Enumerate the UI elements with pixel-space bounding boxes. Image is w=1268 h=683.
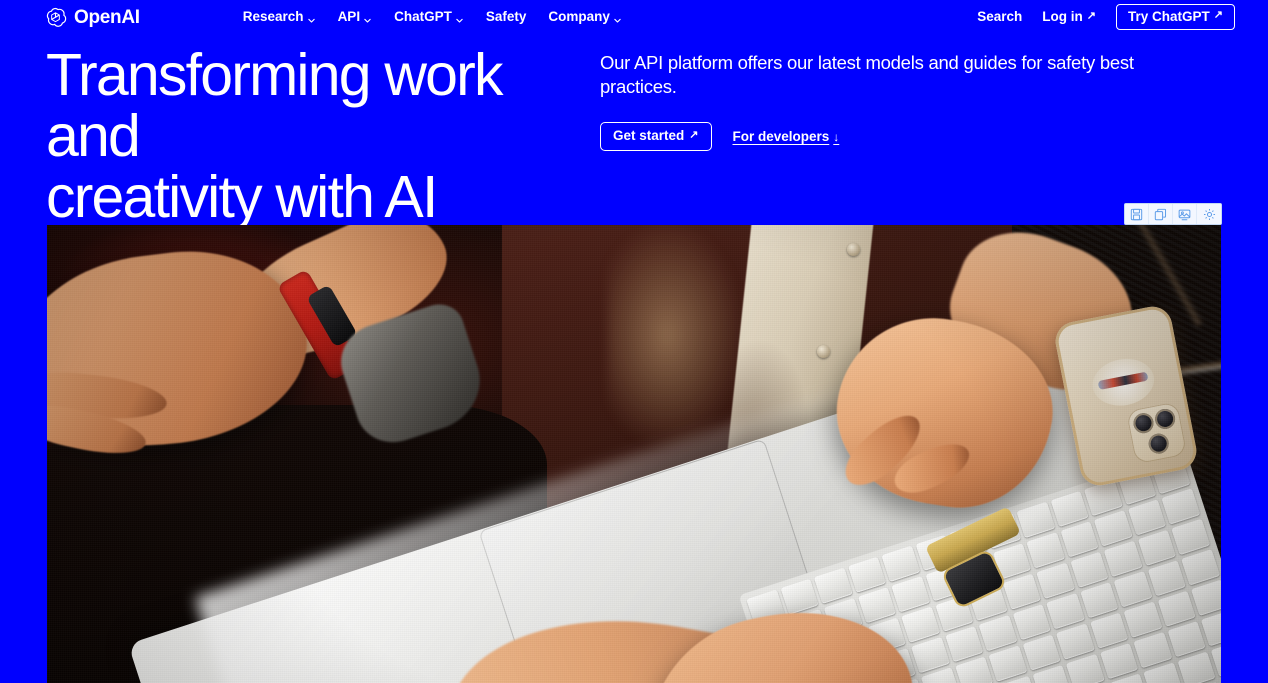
openai-logo-icon: [44, 6, 67, 29]
nav-item-company[interactable]: Company: [548, 10, 622, 24]
page-title: Transforming work and creativity with AI: [46, 42, 504, 230]
nav-label-safety: Safety: [485, 9, 527, 25]
brand-name: OpenAI: [74, 6, 140, 28]
hero-section: Transforming work and creativity with AI…: [0, 34, 1268, 230]
hero-image: [47, 225, 1221, 683]
photo-phone-sticker: [1088, 353, 1159, 411]
copy-icon: [1154, 208, 1167, 221]
login-link[interactable]: Log in ↗: [1042, 10, 1096, 24]
get-started-label: Get started: [613, 128, 685, 144]
search-label: Search: [977, 9, 1023, 25]
hero-subtitle: Our API platform offers our latest model…: [600, 52, 1134, 97]
extension-toolbar: [1124, 203, 1222, 225]
nav-secondary-links: Search Log in ↗ Try ChatGPT ↗: [977, 3, 1235, 31]
for-developers-label: For developers: [732, 128, 830, 144]
chevron-down-icon: [363, 14, 372, 23]
nav-label-chatgpt: ChatGPT: [394, 9, 452, 25]
photo-shirt-button: [847, 243, 860, 256]
arrow-up-right-icon: ↗: [1086, 9, 1097, 22]
search-link[interactable]: Search: [977, 10, 1022, 24]
nav-primary-links: Research API ChatGPT Safety Company: [243, 10, 622, 24]
settings-gear-icon: [1203, 208, 1216, 221]
nav-item-api[interactable]: API: [338, 10, 373, 24]
hero-photo-scene: [47, 225, 1221, 683]
arrow-up-right-icon: ↗: [689, 128, 699, 141]
save-button[interactable]: [1125, 204, 1149, 224]
chevron-down-icon: [613, 14, 622, 23]
copy-button[interactable]: [1149, 204, 1173, 224]
screenshot-button[interactable]: [1173, 204, 1197, 224]
settings-button[interactable]: [1197, 204, 1221, 224]
try-chatgpt-label: Try ChatGPT: [1128, 8, 1210, 24]
screenshot-icon: [1178, 208, 1191, 221]
brand-logo-link[interactable]: OpenAI: [44, 6, 140, 29]
chevron-down-icon: [455, 14, 464, 23]
save-icon: [1130, 208, 1143, 221]
try-chatgpt-button[interactable]: Try ChatGPT ↗: [1116, 3, 1235, 31]
nav-item-safety[interactable]: Safety: [486, 10, 527, 24]
hero-right-column: Our API platform offers our latest model…: [600, 34, 1200, 225]
nav-label-research: Research: [242, 9, 304, 25]
nav-item-chatgpt[interactable]: ChatGPT: [394, 10, 464, 24]
for-developers-link[interactable]: For developers ↓: [733, 130, 840, 144]
hero-left-column: Transforming work and creativity with AI: [0, 34, 600, 230]
hero-actions: Get started ↗ For developers ↓: [600, 122, 1200, 151]
main-navigation: OpenAI Research API ChatGPT Safety Compa…: [0, 0, 1268, 34]
chevron-down-icon: [307, 14, 316, 23]
arrow-down-icon: ↓: [833, 129, 840, 144]
login-label: Log in: [1042, 9, 1083, 25]
photo-shirt-button: [817, 345, 830, 358]
photo-phone-camera-module: [1125, 401, 1188, 465]
get-started-button[interactable]: Get started ↗: [600, 122, 712, 151]
nav-item-research[interactable]: Research: [243, 10, 316, 24]
nav-label-api: API: [337, 9, 361, 25]
arrow-up-right-icon: ↗: [1213, 9, 1223, 21]
nav-label-company: Company: [548, 9, 610, 25]
